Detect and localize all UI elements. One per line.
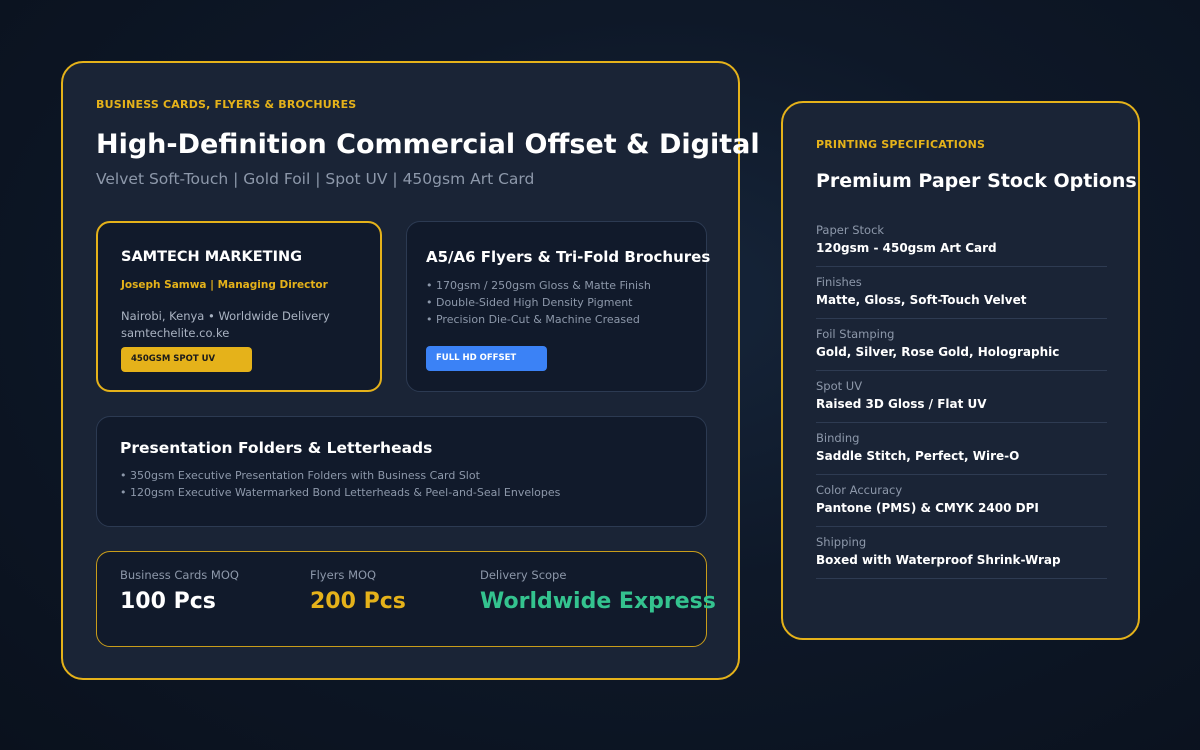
list-item: • 120gsm Executive Watermarked Bond Lett… [120,486,561,499]
stat-label: Delivery Scope [480,568,567,582]
flyers-bullets: • 170gsm / 250gsm Gloss & Matte Finish •… [426,277,651,328]
specs-list: Paper Stock 120gsm - 450gsm Art Card Fin… [816,215,1107,579]
list-item: • 350gsm Executive Presentation Folders … [120,469,480,482]
services-card: BUSINESS CARDS, FLYERS & BROCHURES High-… [61,61,760,680]
stat-label: Flyers MOQ [310,568,377,582]
folders-card: Presentation Folders & Letterheads • 350… [96,416,707,527]
stat-value: Worldwide Express [480,589,716,614]
spec-row-color-accuracy: Color Accuracy Pantone (PMS) & CMYK 2400… [816,475,1107,527]
spec-value: Raised 3D Gloss / Flat UV [816,397,987,411]
contact-person: Joseph Samwa | Managing Director [121,279,328,291]
specs-eyebrow: PRINTING SPECIFICATIONS [816,138,986,151]
spec-row-finishes: Finishes Matte, Gloss, Soft-Touch Velvet [816,267,1107,319]
stat-label: Business Cards MOQ [120,568,239,582]
spec-label: Binding [816,431,860,445]
spec-value: Matte, Gloss, Soft-Touch Velvet [816,293,1027,307]
spec-value: Gold, Silver, Rose Gold, Holographic [816,345,1060,359]
spec-label: Spot UV [816,379,863,393]
specifications-card: PRINTING SPECIFICATIONS Premium Paper St… [781,101,1140,640]
spec-row-paper-stock: Paper Stock 120gsm - 450gsm Art Card [816,215,1107,267]
contact-location: Nairobi, Kenya • Worldwide Delivery [121,309,330,323]
spec-label: Foil Stamping [816,327,895,341]
flyers-title: A5/A6 Flyers & Tri-Fold Brochures [426,248,711,266]
spot-uv-badge: 450GSM SPOT UV [121,347,252,372]
spec-row-binding: Binding Saddle Stitch, Perfect, Wire-O [816,423,1107,475]
spec-label: Color Accuracy [816,483,903,497]
page-title: High-Definition Commercial Offset & Digi… [96,129,760,160]
list-item: • Double-Sided High Density Pigment [426,296,633,309]
offset-badge: FULL HD OFFSET [426,346,547,371]
spec-label: Paper Stock [816,223,885,237]
stat-value: 100 Pcs [120,589,216,614]
contact-website: samtechelite.co.ke [121,326,230,340]
folders-title: Presentation Folders & Letterheads [120,439,433,457]
moq-stats-card: Business Cards MOQ 100 Pcs Flyers MOQ 20… [96,551,716,647]
list-item: • Precision Die-Cut & Machine Creased [426,313,640,326]
spec-label: Shipping [816,535,867,549]
spec-value: 120gsm - 450gsm Art Card [816,241,997,255]
spec-value: Saddle Stitch, Perfect, Wire-O [816,449,1020,463]
spec-row-spot-uv: Spot UV Raised 3D Gloss / Flat UV [816,371,1107,423]
page-subtitle: Velvet Soft-Touch | Gold Foil | Spot UV … [96,170,535,188]
company-name: SAMTECH MARKETING [121,249,302,265]
flyers-card: A5/A6 Flyers & Tri-Fold Brochures • 170g… [406,221,711,392]
list-item: • 170gsm / 250gsm Gloss & Matte Finish [426,279,651,292]
spec-value: Pantone (PMS) & CMYK 2400 DPI [816,501,1039,515]
specs-title: Premium Paper Stock Options [816,170,1137,192]
spec-label: Finishes [816,275,862,289]
folders-bullets: • 350gsm Executive Presentation Folders … [120,467,560,501]
spec-row-foil-stamping: Foil Stamping Gold, Silver, Rose Gold, H… [816,319,1107,371]
spec-value: Boxed with Waterproof Shrink-Wrap [816,553,1061,567]
spec-row-shipping: Shipping Boxed with Waterproof Shrink-Wr… [816,527,1107,579]
services-eyebrow: BUSINESS CARDS, FLYERS & BROCHURES [96,98,357,111]
business-card-preview: SAMTECH MARKETING Joseph Samwa | Managin… [96,221,382,392]
stat-value: 200 Pcs [310,589,406,614]
